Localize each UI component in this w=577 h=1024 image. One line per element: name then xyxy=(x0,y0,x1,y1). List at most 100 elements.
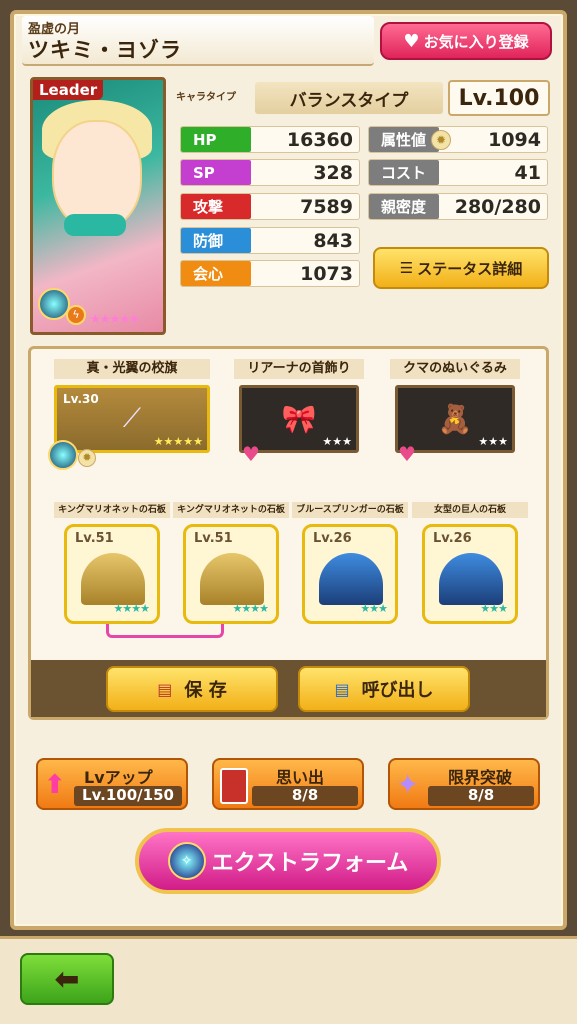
attribute-icon: ✹ xyxy=(78,449,96,467)
stat-value: 1094 xyxy=(488,128,541,151)
equipment-name: 真・光翼の校旗 xyxy=(54,359,210,379)
necklace-icon: 🎀 xyxy=(281,402,317,436)
save-button[interactable]: ▤ 保 存 xyxy=(106,666,278,712)
stat-defense: 防御 843 xyxy=(180,227,360,254)
tablet-level: Lv.51 xyxy=(194,531,233,546)
status-detail-label: ステータス詳細 xyxy=(417,259,523,278)
stat-cost: コスト 41 xyxy=(368,159,548,186)
stat-value: 280/280 xyxy=(454,195,541,218)
character-bow xyxy=(64,214,126,236)
orb-icon: ✧ xyxy=(167,842,206,880)
tablet-slot-2[interactable]: キングマリオネットの石板 Lv.51 ★★★★ xyxy=(173,502,289,624)
tablet-stars: ★★★★ xyxy=(232,602,269,615)
stat-label: 防御 xyxy=(181,228,251,253)
favorite-label: お気に入り登録 xyxy=(423,32,529,51)
equipment-slot-necklace[interactable]: リアーナの首飾り 🎀 ★★★ xyxy=(234,359,364,453)
equipment-name: リアーナの首飾り xyxy=(234,359,364,379)
staff-icon: ⟋ xyxy=(122,403,142,434)
stat-label: SP xyxy=(181,160,251,185)
tablet-frame: Lv.26 ★★★ xyxy=(422,524,518,624)
lightning-icon: ϟ xyxy=(66,305,86,325)
stat-intimacy: 親密度 280/280 xyxy=(368,193,548,220)
tablet-frame: Lv.26 ★★★ xyxy=(302,524,398,624)
tablet-level: Lv.51 xyxy=(75,531,114,546)
stat-value: 843 xyxy=(313,229,353,252)
stat-value: 16360 xyxy=(286,128,353,151)
stat-value: 7589 xyxy=(300,195,353,218)
limit-value: 8/8 xyxy=(428,786,534,806)
equipment-level: Lv.30 xyxy=(63,392,99,406)
tablet-slot-4[interactable]: 女型の巨人の石板 Lv.26 ★★★ xyxy=(412,502,528,624)
type-value: バランスタイプ xyxy=(255,82,443,114)
limit-break-button[interactable]: ✦ 限界突破 8/8 xyxy=(388,758,540,810)
tablet-name: キングマリオネットの石板 xyxy=(173,502,289,518)
stat-label: コスト xyxy=(369,160,439,185)
extra-form-label: エクストラフォーム xyxy=(211,851,409,876)
tablet-blue-icon xyxy=(319,553,383,605)
equipment-slot-weapon[interactable]: 真・光翼の校旗 Lv.30 ⟋ ★★★★★ xyxy=(54,359,210,453)
stat-value: 1073 xyxy=(300,262,353,285)
stat-label: 属性値 xyxy=(369,127,439,152)
tablet-blue-icon xyxy=(439,553,503,605)
stat-attribute: 属性値 ✹ 1094 xyxy=(368,126,548,153)
equipment-slot-plush[interactable]: クマのぬいぐるみ 🧸 ★★★ xyxy=(390,359,520,453)
stat-value: 328 xyxy=(313,161,353,184)
back-arrow-icon: ⬅ xyxy=(54,961,80,997)
levelup-value: Lv.100/150 xyxy=(74,786,182,806)
equipment-stars: ★★★ xyxy=(478,435,508,448)
limit-label: 限界突破 xyxy=(448,768,513,787)
equipment-stars: ★★★ xyxy=(322,435,352,448)
arrow-up-icon: ⬆ xyxy=(44,770,66,800)
equipment-stars: ★★★★★ xyxy=(153,435,203,448)
selection-indicator xyxy=(106,624,224,638)
stat-label: 攻撃 xyxy=(181,194,251,219)
tablet-gold-icon xyxy=(200,553,264,605)
load-label: 呼び出し xyxy=(361,680,434,701)
attribute-icon: ✹ xyxy=(431,130,451,150)
tablet-slot-1[interactable]: キングマリオネットの石板 Lv.51 ★★★★ xyxy=(54,502,170,624)
save-label: 保 存 xyxy=(184,680,227,701)
level-value: Lv.100 xyxy=(448,80,550,116)
stat-attack: 攻撃 7589 xyxy=(180,193,360,220)
card-icon xyxy=(220,768,248,804)
type-label: キャラタイプ xyxy=(176,92,236,103)
equipment-name: クマのぬいぐるみ xyxy=(390,359,520,379)
character-name: ツキミ・ヨゾラ xyxy=(28,38,182,62)
memory-label: 思い出 xyxy=(276,768,325,787)
tablet-name: キングマリオネットの石板 xyxy=(54,502,170,518)
extra-form-button[interactable]: ✧ エクストラフォーム xyxy=(135,828,441,894)
levelup-button[interactable]: ⬆ Lvアップ Lv.100/150 xyxy=(36,758,188,810)
tablet-name: ブルースプリンガーの石板 xyxy=(292,502,408,518)
stat-label: 親密度 xyxy=(369,194,439,219)
heart-lock-icon: ♥ xyxy=(398,442,416,466)
rarity-stars: ★★★★★ xyxy=(90,312,140,326)
memory-value: 8/8 xyxy=(252,786,358,806)
tablet-stars: ★★★★ xyxy=(113,602,150,615)
back-button[interactable]: ⬅ xyxy=(20,953,114,1005)
memory-button[interactable]: 思い出 8/8 xyxy=(212,758,364,810)
tablet-level: Lv.26 xyxy=(433,531,472,546)
stat-hp: HP 16360 xyxy=(180,126,360,153)
load-button[interactable]: ▤ 呼び出し xyxy=(298,666,470,712)
levelup-label: Lvアップ xyxy=(84,768,153,787)
bear-icon: 🧸 xyxy=(437,402,473,436)
tablet-stars: ★★★ xyxy=(360,602,388,615)
load-icon: ▤ xyxy=(334,679,350,699)
tablet-gold-icon xyxy=(81,553,145,605)
status-detail-button[interactable]: ☰ ステータス詳細 xyxy=(373,247,549,289)
star-icon: ✦ xyxy=(396,768,420,801)
stat-critical: 会心 1073 xyxy=(180,260,360,287)
tablet-frame: Lv.51 ★★★★ xyxy=(64,524,160,624)
tablet-frame: Lv.51 ★★★★ xyxy=(183,524,279,624)
heart-icon: ♥ xyxy=(403,30,420,52)
tablet-stars: ★★★ xyxy=(480,602,508,615)
tablet-name: 女型の巨人の石板 xyxy=(412,502,528,518)
element-icon xyxy=(48,440,78,470)
stat-label: 会心 xyxy=(181,261,251,286)
equipment-frame: Lv.30 ⟋ ★★★★★ xyxy=(54,385,210,453)
leader-tag: Leader xyxy=(33,80,104,100)
favorite-button[interactable]: ♥ お気に入り登録 xyxy=(380,22,552,60)
heart-lock-icon: ♥ xyxy=(242,442,260,466)
stat-value: 41 xyxy=(514,161,541,184)
tablet-slot-3[interactable]: ブルースプリンガーの石板 Lv.26 ★★★ xyxy=(292,502,408,624)
